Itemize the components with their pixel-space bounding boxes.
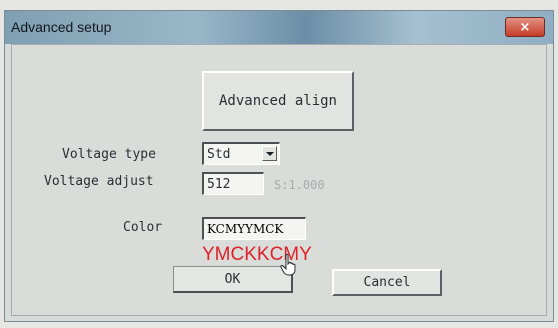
color-order-input[interactable]: KCMYYMCK: [202, 217, 306, 240]
voltage-adjust-label: Voltage adjust: [44, 174, 154, 189]
window-title: Advanced setup: [11, 19, 112, 35]
voltage-scale-readout: S:1.000: [274, 178, 325, 192]
voltage-type-value: Std: [207, 146, 231, 162]
voltage-type-select[interactable]: Std: [202, 142, 280, 165]
color-label: Color: [123, 220, 163, 235]
voltage-type-label: Voltage type: [62, 147, 156, 162]
close-icon: ×: [519, 19, 531, 35]
chevron-down-icon[interactable]: [262, 146, 277, 161]
advanced-setup-dialog: Advanced setup × Advanced align Voltage …: [4, 10, 554, 322]
close-button[interactable]: ×: [505, 17, 545, 37]
voltage-adjust-input[interactable]: 512: [202, 172, 264, 195]
advanced-align-button[interactable]: Advanced align: [202, 71, 354, 131]
cancel-button[interactable]: Cancel: [332, 269, 442, 296]
ok-button[interactable]: OK: [173, 266, 293, 293]
dialog-body: Advanced align Voltage type Std Voltage …: [11, 44, 547, 316]
title-bar[interactable]: Advanced setup ×: [5, 11, 553, 44]
hand-pointer-icon: [280, 253, 296, 276]
